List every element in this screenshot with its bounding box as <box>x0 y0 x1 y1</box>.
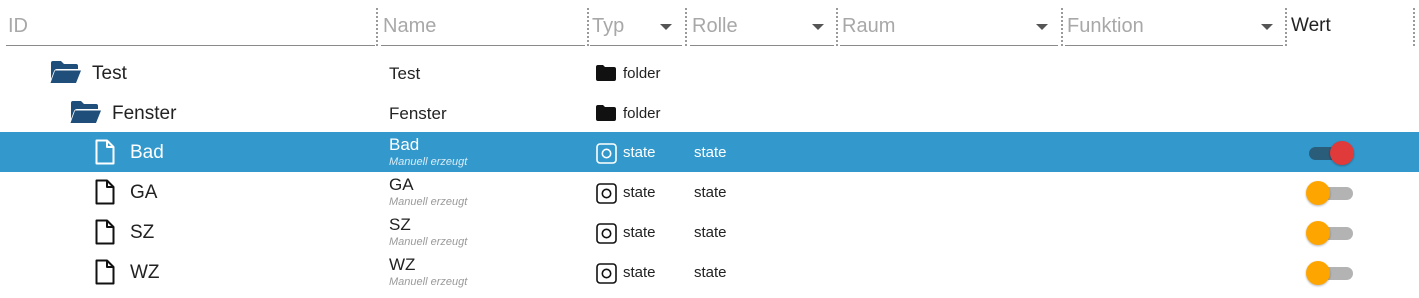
column-resizer[interactable] <box>376 8 378 46</box>
object-description: Manuell erzeugt <box>389 276 468 288</box>
tree-row-folder[interactable]: Fenster Fenster folder <box>0 93 1419 133</box>
object-name: Fenster <box>389 104 447 123</box>
folder-icon <box>596 65 616 86</box>
column-resizer[interactable] <box>685 8 687 46</box>
file-icon <box>95 179 115 210</box>
state-icon <box>596 263 617 289</box>
tree-item-label: Test <box>92 63 127 84</box>
object-name: SZ <box>389 215 411 234</box>
object-role: state <box>694 264 727 281</box>
column-resizer[interactable] <box>587 8 589 46</box>
folder-open-icon[interactable] <box>50 61 82 88</box>
column-resizer[interactable] <box>1061 8 1063 46</box>
file-icon <box>95 219 115 250</box>
object-role: state <box>694 144 727 161</box>
value-toggle[interactable] <box>1306 261 1354 285</box>
object-role: state <box>694 224 727 241</box>
value-toggle[interactable] <box>1306 141 1354 165</box>
name-filter-input[interactable]: Name <box>381 8 585 46</box>
object-description: Manuell erzeugt <box>389 196 468 208</box>
raum-filter-label: Raum <box>842 15 896 37</box>
tree-item-label: Fenster <box>112 103 177 124</box>
chevron-down-icon <box>1261 24 1273 30</box>
object-name: GA <box>389 175 414 194</box>
tree-row-state[interactable]: SZ SZ Manuell erzeugt state state <box>0 212 1419 252</box>
column-header-bar: ID Name Typ Rolle Raum Funktion Wert <box>0 0 1419 52</box>
state-icon <box>596 223 617 249</box>
wert-column-header: Wert <box>1291 15 1331 36</box>
tree-item-label: GA <box>130 182 158 203</box>
column-resizer[interactable] <box>836 8 838 46</box>
id-filter-input[interactable]: ID <box>6 8 375 46</box>
tree-item-label: SZ <box>130 222 155 243</box>
tree-row-state[interactable]: GA GA Manuell erzeugt state state <box>0 172 1419 212</box>
rolle-filter-select[interactable]: Rolle <box>690 8 834 46</box>
raum-filter-select[interactable]: Raum <box>840 8 1058 46</box>
object-type: state <box>623 224 656 241</box>
state-icon <box>596 143 617 169</box>
tree-item-label: WZ <box>130 262 160 283</box>
object-description: Manuell erzeugt <box>389 156 468 168</box>
file-icon <box>95 259 115 290</box>
value-toggle[interactable] <box>1306 221 1354 245</box>
object-type: folder <box>623 65 661 82</box>
file-icon <box>95 139 115 170</box>
folder-open-icon[interactable] <box>70 101 102 128</box>
chevron-down-icon <box>1036 24 1048 30</box>
state-icon <box>596 183 617 209</box>
funktion-filter-label: Funktion <box>1067 15 1144 37</box>
tree-row-folder[interactable]: Test Test folder <box>0 53 1419 93</box>
chevron-down-icon <box>660 24 672 30</box>
object-type: folder <box>623 105 661 122</box>
object-type: state <box>623 184 656 201</box>
object-name: Test <box>389 64 421 83</box>
column-resizer[interactable] <box>1285 8 1287 46</box>
object-name: WZ <box>389 255 416 274</box>
funktion-filter-select[interactable]: Funktion <box>1065 8 1283 46</box>
folder-icon <box>596 105 616 126</box>
tree-row-state[interactable]: WZ WZ Manuell erzeugt state state <box>0 252 1419 292</box>
typ-filter-select[interactable]: Typ <box>590 8 682 46</box>
tree-row-state[interactable]: Bad Bad Manuell erzeugt state state <box>0 132 1419 172</box>
typ-filter-label: Typ <box>592 15 625 37</box>
column-resizer[interactable] <box>1413 8 1415 46</box>
rolle-filter-label: Rolle <box>692 15 738 37</box>
value-toggle[interactable] <box>1306 181 1354 205</box>
name-filter-placeholder: Name <box>383 15 437 37</box>
object-role: state <box>694 184 727 201</box>
object-description: Manuell erzeugt <box>389 236 468 248</box>
object-name: Bad <box>389 135 420 154</box>
object-type: state <box>623 144 656 161</box>
object-type: state <box>623 264 656 281</box>
id-filter-placeholder: ID <box>8 15 28 37</box>
chevron-down-icon <box>812 24 824 30</box>
tree-item-label: Bad <box>130 142 164 163</box>
